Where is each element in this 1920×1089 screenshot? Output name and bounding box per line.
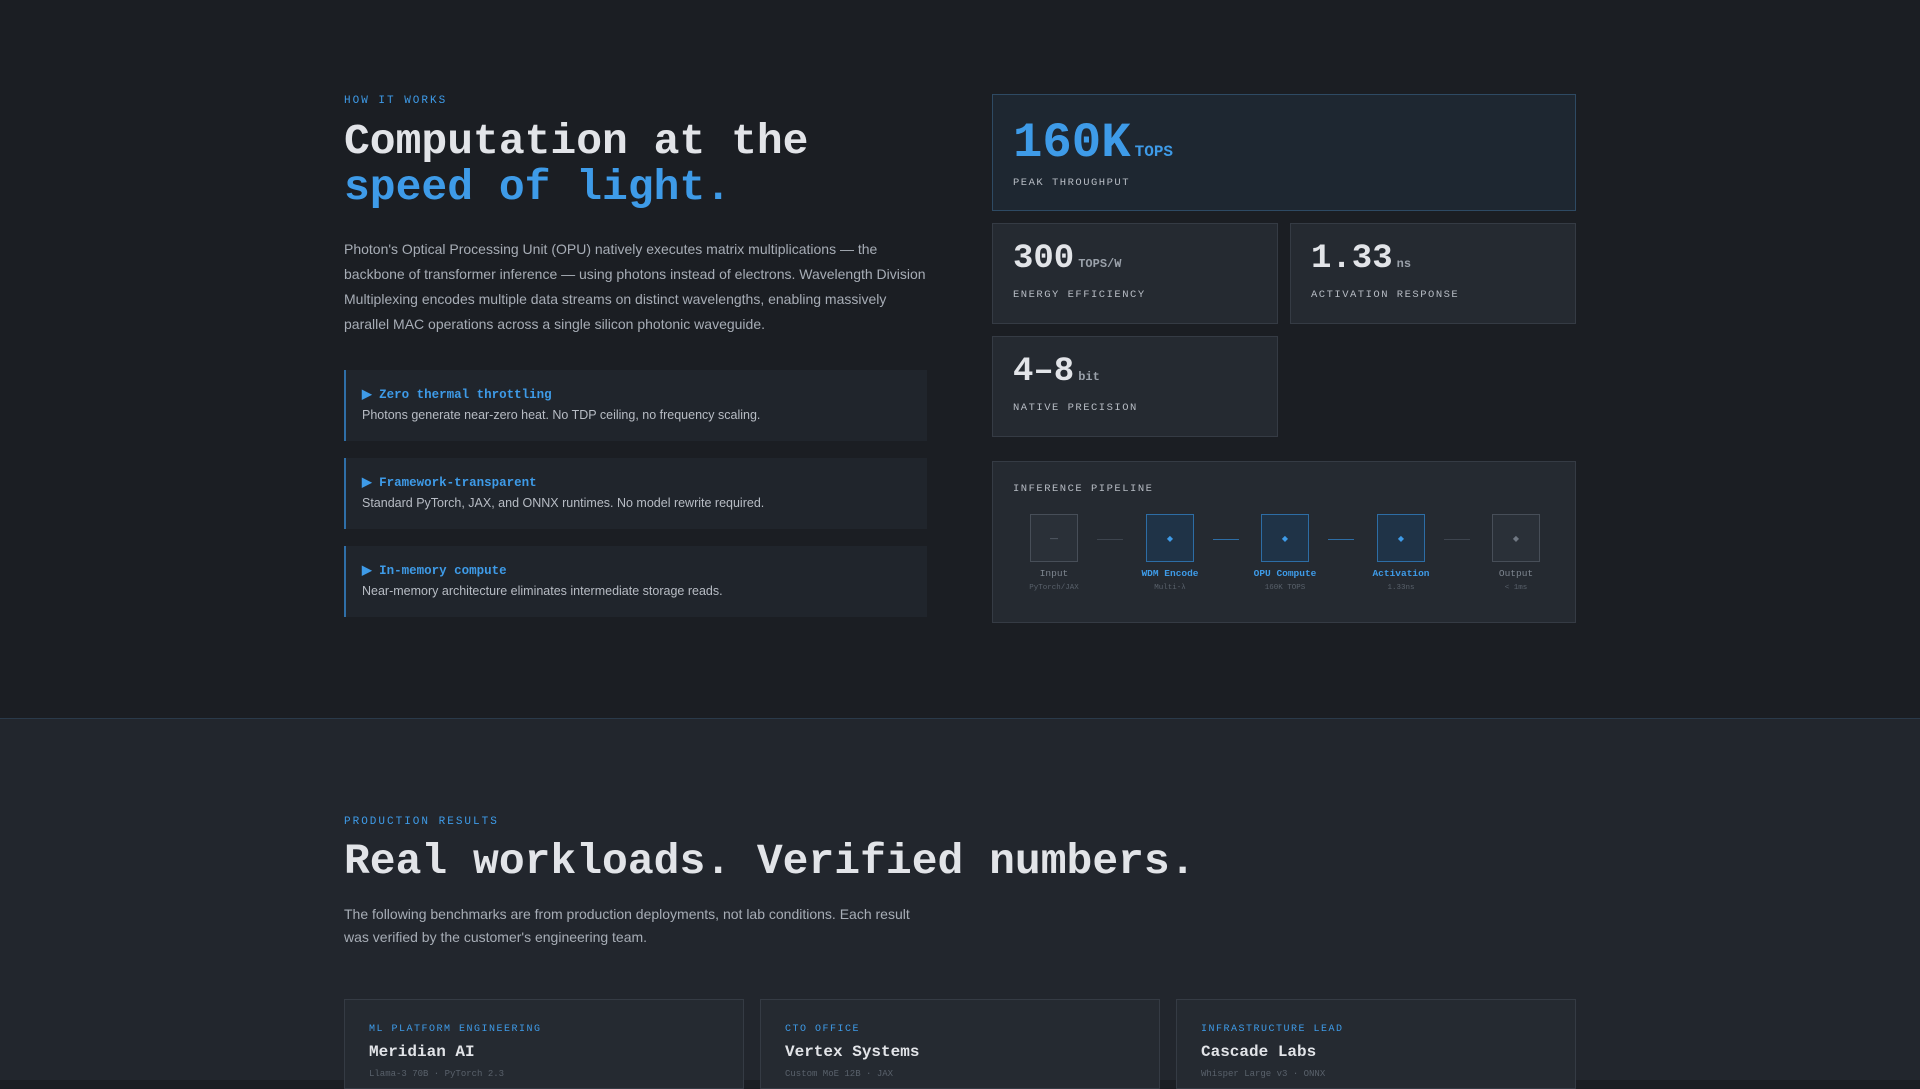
section-description: Photon's Optical Processing Unit (OPU) n… xyxy=(344,241,926,332)
pipeline-node-output: ◆ Output < 1ms xyxy=(1466,514,1566,592)
result-company: Cascade Labs xyxy=(1201,1043,1317,1061)
feature-description: Standard PyTorch, JAX, and ONNX runtimes… xyxy=(362,496,765,510)
stat-card-peak-throughput: 160K TOPS PEAK THROUGHPUT xyxy=(992,94,1576,211)
node-sublabel: < 1ms xyxy=(1504,584,1528,592)
inference-pipeline: INFERENCE PIPELINE — Input PyTorch/JAX ◆… xyxy=(992,461,1576,623)
stat-label: PEAK THROUGHPUT xyxy=(1013,177,1131,189)
node-label: Output xyxy=(1498,568,1534,579)
result-card-cascade-labs[interactable]: INFRASTRUCTURE LEAD Cascade Labs Whisper… xyxy=(1176,999,1576,1089)
result-role: CTO OFFICE xyxy=(785,1024,861,1035)
stat-unit: bit xyxy=(1078,370,1100,384)
node-label: OPU Compute xyxy=(1253,568,1317,579)
stat-label: NATIVE PRECISION xyxy=(1013,402,1138,414)
how-it-works-section: HOW IT WORKS Computation at the speed of… xyxy=(0,0,1920,718)
feature-description: Photons generate near-zero heat. No TDP … xyxy=(362,408,761,422)
node-icon: — xyxy=(1030,514,1078,562)
pipeline-title: INFERENCE PIPELINE xyxy=(1013,483,1154,495)
stat-unit: ns xyxy=(1396,257,1412,271)
stat-card-energy-efficiency: 300 TOPS/W ENERGY EFFICIENCY xyxy=(992,223,1278,324)
stat-value: 300 xyxy=(1013,240,1075,278)
stat-unit: TOPS/W xyxy=(1078,257,1122,271)
description-line: The following benchmarks are from produc… xyxy=(344,906,910,922)
pipeline-node-input: — Input PyTorch/JAX xyxy=(1004,514,1104,592)
diamond-icon: ◆ xyxy=(1146,514,1194,562)
description-line: was verified by the customer's engineeri… xyxy=(344,929,648,945)
result-meta: Llama-3 70B · PyTorch 2.3 xyxy=(369,1069,505,1079)
feature-title: ▶ Framework-transparent xyxy=(362,476,537,490)
stat-label: ENERGY EFFICIENCY xyxy=(1013,289,1146,301)
diamond-icon: ◆ xyxy=(1377,514,1425,562)
stat-value: 1.33 xyxy=(1311,240,1393,278)
title-line-1: Computation at the xyxy=(344,117,809,166)
pipeline-node-wdm-encode: ◆ WDM Encode Multi-λ xyxy=(1120,514,1220,592)
stat-card-native-precision: 4–8 bit NATIVE PRECISION xyxy=(992,336,1278,437)
diamond-icon: ◆ xyxy=(1492,514,1540,562)
result-card-meridian-ai[interactable]: ML PLATFORM ENGINEERING Meridian AI Llam… xyxy=(344,999,744,1089)
section-eyebrow: PRODUCTION RESULTS xyxy=(344,816,499,828)
feature-title: ▶ In-memory compute xyxy=(362,564,507,578)
node-label: Activation xyxy=(1372,568,1430,579)
stat-card-activation-response: 1.33 ns ACTIVATION RESPONSE xyxy=(1290,223,1576,324)
stat-unit: TOPS xyxy=(1134,143,1174,161)
pipeline-node-opu-compute: ◆ OPU Compute 160K TOPS xyxy=(1235,514,1335,592)
pipeline-node-activation: ◆ Activation 1.33ns xyxy=(1351,514,1451,592)
node-sublabel: 1.33ns xyxy=(1387,584,1415,592)
stat-label: ACTIVATION RESPONSE xyxy=(1311,289,1460,301)
feature-description: Near-memory architecture eliminates inte… xyxy=(362,584,723,598)
section-eyebrow: HOW IT WORKS xyxy=(344,95,448,107)
title-line-2: speed of light. xyxy=(344,163,732,212)
node-label: Input xyxy=(1039,568,1069,579)
result-company: Vertex Systems xyxy=(785,1043,920,1061)
node-sublabel: 160K TOPS xyxy=(1264,584,1306,592)
result-company: Meridian AI xyxy=(369,1043,475,1061)
stat-value: 160K xyxy=(1013,115,1131,171)
node-sublabel: Multi-λ xyxy=(1154,584,1186,592)
result-role: INFRASTRUCTURE LEAD xyxy=(1201,1024,1344,1035)
diamond-icon: ◆ xyxy=(1261,514,1309,562)
node-label: WDM Encode xyxy=(1141,568,1199,579)
feature-title: ▶ Zero thermal throttling xyxy=(362,388,552,402)
result-role: ML PLATFORM ENGINEERING xyxy=(369,1024,542,1035)
result-meta: Custom MoE 12B · JAX xyxy=(785,1069,894,1079)
stat-value: 4–8 xyxy=(1013,353,1075,391)
node-sublabel: PyTorch/JAX xyxy=(1029,584,1079,592)
section-description: The following benchmarks are from produc… xyxy=(344,903,944,949)
result-card-vertex-systems[interactable]: CTO OFFICE Vertex Systems Custom MoE 12B… xyxy=(760,999,1160,1089)
section-title: Real workloads. Verified numbers. xyxy=(344,837,1196,886)
result-meta: Whisper Large v3 · ONNX xyxy=(1201,1069,1326,1079)
feature-card: ▶ In-memory compute Near-memory architec… xyxy=(344,546,927,617)
feature-card: ▶ Framework-transparent Standard PyTorch… xyxy=(344,458,927,529)
feature-card: ▶ Zero thermal throttling Photons genera… xyxy=(344,370,927,441)
section-title: Computation at the speed of light. xyxy=(344,119,808,211)
